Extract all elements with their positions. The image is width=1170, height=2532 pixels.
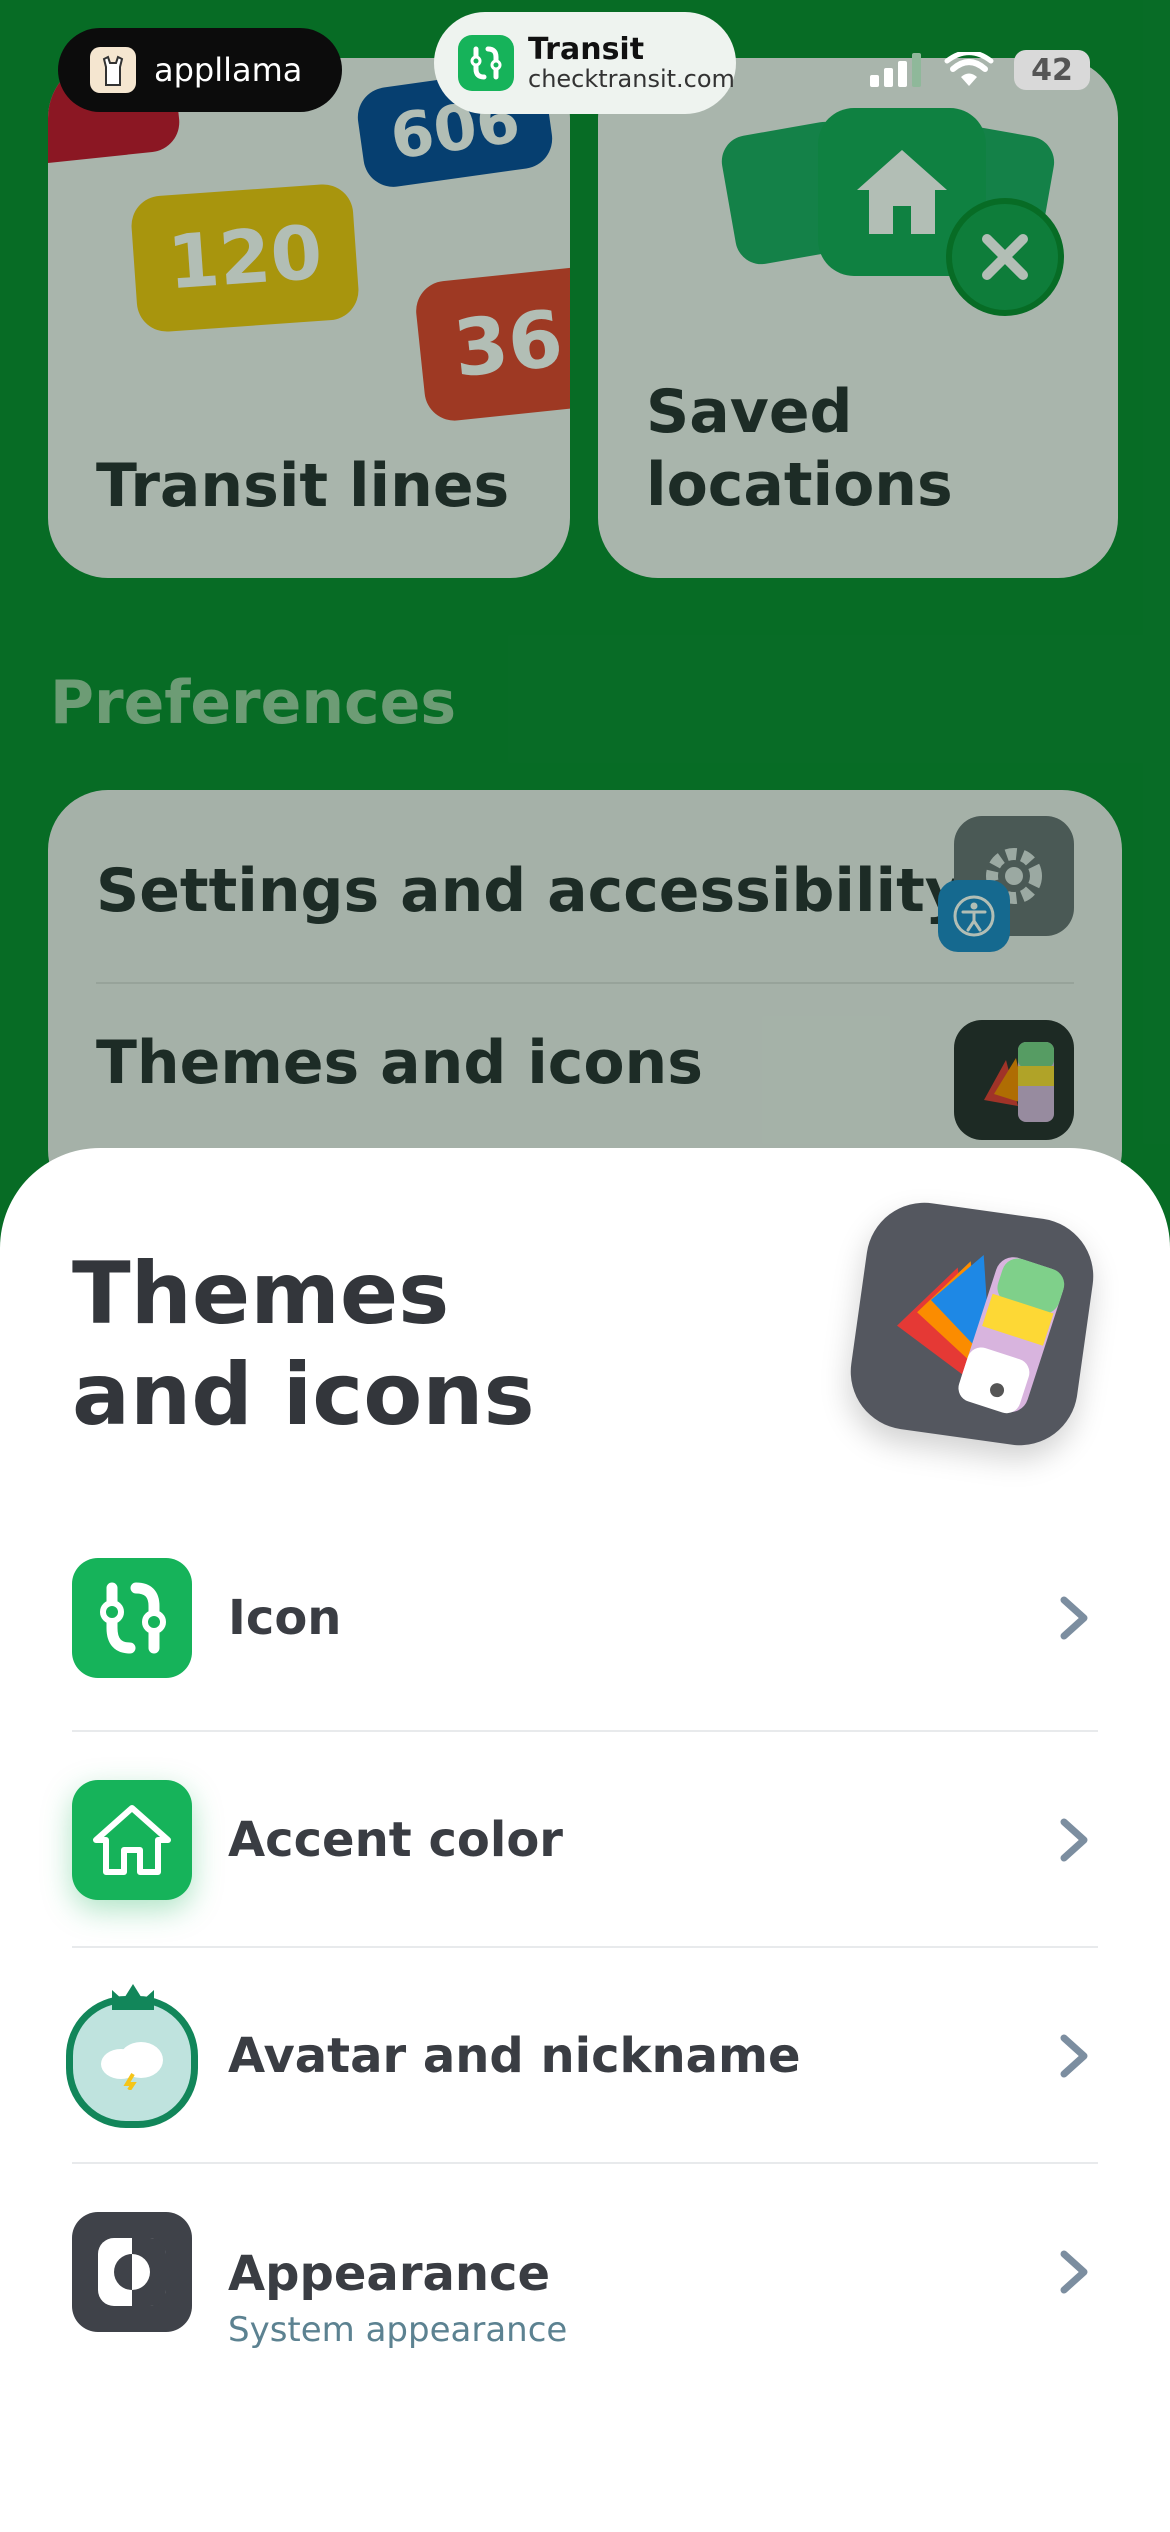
saved-locations-title: Saved locations [646,377,953,521]
transit-logo-icon [72,1558,192,1678]
transit-lines-title: Transit lines [96,451,510,521]
appearance-row[interactable]: Appearance System appearance [72,2164,1098,2380]
preferences-card: Settings and accessibility Themes and ic… [48,790,1122,1210]
appllama-pill[interactable]: appllama [58,28,342,112]
themes-icons-sheet: Themes and icons Icon Accent color Avata… [0,1148,1170,2532]
appllama-label: appllama [154,51,303,89]
palette-icon [954,1020,1074,1140]
transit-pill-url: checktransit.com [528,64,735,93]
settings-accessibility-item[interactable]: Settings and accessibility [96,856,964,926]
transit-pill-title: Transit [528,32,645,68]
chevron-right-icon [1060,2034,1088,2078]
transit-pill[interactable]: Transit checktransit.com [434,12,736,114]
sheet-title: Themes and icons [72,1244,535,1445]
saved-locations-illustration [717,98,1064,316]
line-chip-36: 36 [413,264,570,424]
palette-hero-icon [843,1195,1101,1453]
accessibility-icon [938,880,1010,952]
battery-indicator: 42 [1014,50,1090,90]
transit-logo-icon [458,35,514,91]
accent-color-label: Accent color [228,1812,563,1868]
accent-color-row[interactable]: Accent color [72,1732,1098,1948]
avatar-nickname-label: Avatar and nickname [228,2028,801,2084]
icon-row-label: Icon [228,1590,342,1646]
wifi-icon [944,52,994,86]
saved-locations-card[interactable]: Saved locations [598,58,1118,578]
line-chip-120: 120 [129,182,361,334]
themes-icons-item[interactable]: Themes and icons [96,1028,703,1098]
chevron-right-icon [1060,1818,1088,1862]
preferences-divider [96,982,1074,984]
avatar-icon [66,1996,198,2128]
home-icon [72,1780,192,1900]
close-icon [946,198,1064,316]
transit-lines-card[interactable]: 606 120 36 Transit lines [48,58,570,578]
cellular-signal-icon [870,53,921,87]
preferences-heading: Preferences [50,668,457,738]
avatar-nickname-row[interactable]: Avatar and nickname [66,1948,1098,2164]
icon-row[interactable]: Icon [72,1510,1098,1726]
status-indicators: 42 [870,50,1090,90]
appearance-icon [72,2212,192,2332]
llama-logo-icon [90,47,136,93]
crown-icon [112,1984,154,2010]
appearance-sublabel: System appearance [228,2310,568,2350]
chevron-right-icon [1060,2250,1088,2294]
chevron-right-icon [1060,1596,1088,1640]
appearance-label: Appearance [228,2246,551,2302]
